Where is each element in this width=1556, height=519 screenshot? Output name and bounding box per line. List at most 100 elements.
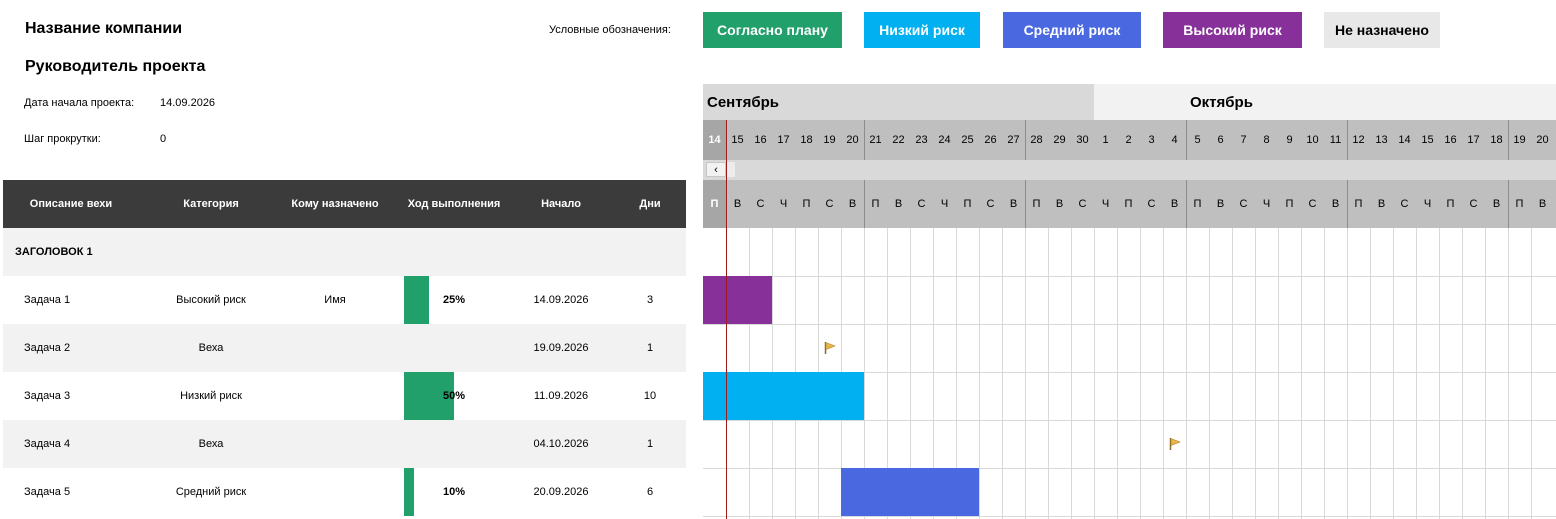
- weekday-letter: С: [756, 198, 765, 210]
- week-separator: [1025, 120, 1026, 160]
- grid-column-line: [1025, 228, 1026, 519]
- legend-medium-risk: Средний риск: [1003, 12, 1141, 48]
- scroll-step-label: Шаг прокрутки:: [24, 133, 101, 145]
- grid-column-line: [1416, 228, 1417, 519]
- task-category: Средний риск: [175, 486, 247, 498]
- table-row[interactable]: Задача 4 Веха 04.10.2026 1: [3, 420, 686, 468]
- start-date-value[interactable]: 14.09.2026: [160, 97, 215, 109]
- weekday-letter: В: [1055, 198, 1064, 210]
- day-number: 18: [1490, 134, 1503, 146]
- col-assignee: Кому назначено: [291, 198, 379, 210]
- grid-row-line: [703, 516, 1556, 517]
- day-number: 5: [1194, 134, 1201, 146]
- month-october: Октябрь: [1094, 84, 1556, 120]
- table-row[interactable]: Задача 2 Веха 19.09.2026 1: [3, 324, 686, 372]
- task-category: Низкий риск: [180, 390, 242, 402]
- weekday-letter: С: [1400, 198, 1409, 210]
- project-manager: Руководитель проекта: [25, 58, 206, 75]
- weekday-letter: С: [1147, 198, 1156, 210]
- task-assignee: [279, 372, 391, 420]
- progress-percent: 50%: [443, 390, 466, 402]
- weekday-letter: В: [1492, 198, 1501, 210]
- task-category: Веха: [198, 342, 224, 354]
- scroll-thumb[interactable]: [727, 162, 735, 177]
- day-number: 15: [1421, 134, 1434, 146]
- weekday-letter: П: [1446, 198, 1455, 210]
- day-number: 19: [823, 134, 836, 146]
- col-progress: Ход выполнения: [407, 198, 501, 210]
- week-separator: [864, 120, 865, 160]
- grid-column-line: [1163, 228, 1164, 519]
- task-days: 10: [643, 390, 657, 402]
- section-row[interactable]: ЗАГОЛОВОК 1: [3, 228, 686, 276]
- gantt-grid: [703, 228, 1556, 519]
- day-number: 6: [1217, 134, 1224, 146]
- grid-row-line: [703, 324, 1556, 325]
- start-date-label: Дата начала проекта:: [24, 97, 135, 109]
- weekday-letter: С: [1078, 198, 1087, 210]
- weekday-letter: Ч: [940, 198, 949, 210]
- day-number: 29: [1053, 134, 1066, 146]
- weekday-letter: П: [963, 198, 972, 210]
- scroll-left-button[interactable]: ‹: [706, 162, 726, 177]
- task-category: Высокий риск: [176, 294, 246, 306]
- weekday-letter: В: [1170, 198, 1179, 210]
- day-number: 13: [1375, 134, 1388, 146]
- task-days: 6: [646, 486, 654, 498]
- milestone-flag-icon[interactable]: [1169, 437, 1181, 451]
- grid-column-line: [1002, 228, 1003, 519]
- grid-column-line: [1347, 228, 1348, 519]
- gantt-task-bar[interactable]: [703, 276, 772, 324]
- day-number: 14: [1398, 134, 1411, 146]
- weekday-row: ПВСЧПСВПВСЧПСВПВСЧПСВПВСЧПСВПВСЧПСВПВ: [703, 180, 1556, 228]
- weekday-letter: П: [802, 198, 811, 210]
- gantt-task-bar[interactable]: [841, 468, 979, 516]
- task-assignee: [279, 468, 391, 516]
- grid-column-line: [1140, 228, 1141, 519]
- gantt-task-bar[interactable]: [703, 372, 864, 420]
- col-days: Дни: [639, 198, 661, 210]
- weekday-letter: П: [871, 198, 880, 210]
- day-number: 19: [1513, 134, 1526, 146]
- day-number: 12: [1352, 134, 1365, 146]
- day-number: 22: [892, 134, 905, 146]
- day-number: 2: [1125, 134, 1132, 146]
- day-number: 15: [731, 134, 744, 146]
- task-days: 1: [646, 342, 654, 354]
- week-separator: [1508, 120, 1509, 160]
- week-separator: [1025, 180, 1026, 228]
- timeline-scrollbar[interactable]: ‹: [703, 160, 1556, 180]
- weekday-letter: С: [1308, 198, 1317, 210]
- weekday-letter: С: [917, 198, 926, 210]
- legend-label: Условные обозначения:: [549, 24, 671, 36]
- weekday-letter: В: [733, 198, 742, 210]
- day-number: 20: [846, 134, 859, 146]
- legend-unassigned: Не назначено: [1324, 12, 1440, 48]
- day-number: 26: [984, 134, 997, 146]
- gantt-workbook: Название компании Руководитель проекта Д…: [0, 0, 1556, 519]
- task-name: Задача 2: [24, 342, 71, 354]
- weekday-letter: В: [1538, 198, 1547, 210]
- grid-column-line: [1117, 228, 1118, 519]
- legend-on-plan: Согласно плану: [703, 12, 842, 48]
- day-number: 16: [754, 134, 767, 146]
- scroll-step-value[interactable]: 0: [160, 133, 166, 145]
- table-row[interactable]: Задача 1 Высокий риск Имя 25% 14.09.2026 3: [3, 276, 686, 324]
- task-start-date: 04.10.2026: [533, 438, 589, 450]
- table-row[interactable]: Задача 5 Средний риск 10% 20.09.2026 6: [3, 468, 686, 516]
- weekday-letter: В: [848, 198, 857, 210]
- progress-percent: 25%: [443, 294, 466, 306]
- weekday-letter: Ч: [1101, 198, 1110, 210]
- weekday-letter: С: [1469, 198, 1478, 210]
- grid-row-line: [703, 468, 1556, 469]
- milestone-flag-icon[interactable]: [824, 341, 836, 355]
- table-row[interactable]: Задача 3 Низкий риск 50% 11.09.2026 10: [3, 372, 686, 420]
- day-number: 9: [1286, 134, 1293, 146]
- task-days: 1: [646, 438, 654, 450]
- day-number: 23: [915, 134, 928, 146]
- task-name: Задача 3: [24, 390, 71, 402]
- day-number: 1: [1102, 134, 1109, 146]
- grid-column-line: [1301, 228, 1302, 519]
- weekday-letter: Ч: [779, 198, 788, 210]
- grid-column-line: [1048, 228, 1049, 519]
